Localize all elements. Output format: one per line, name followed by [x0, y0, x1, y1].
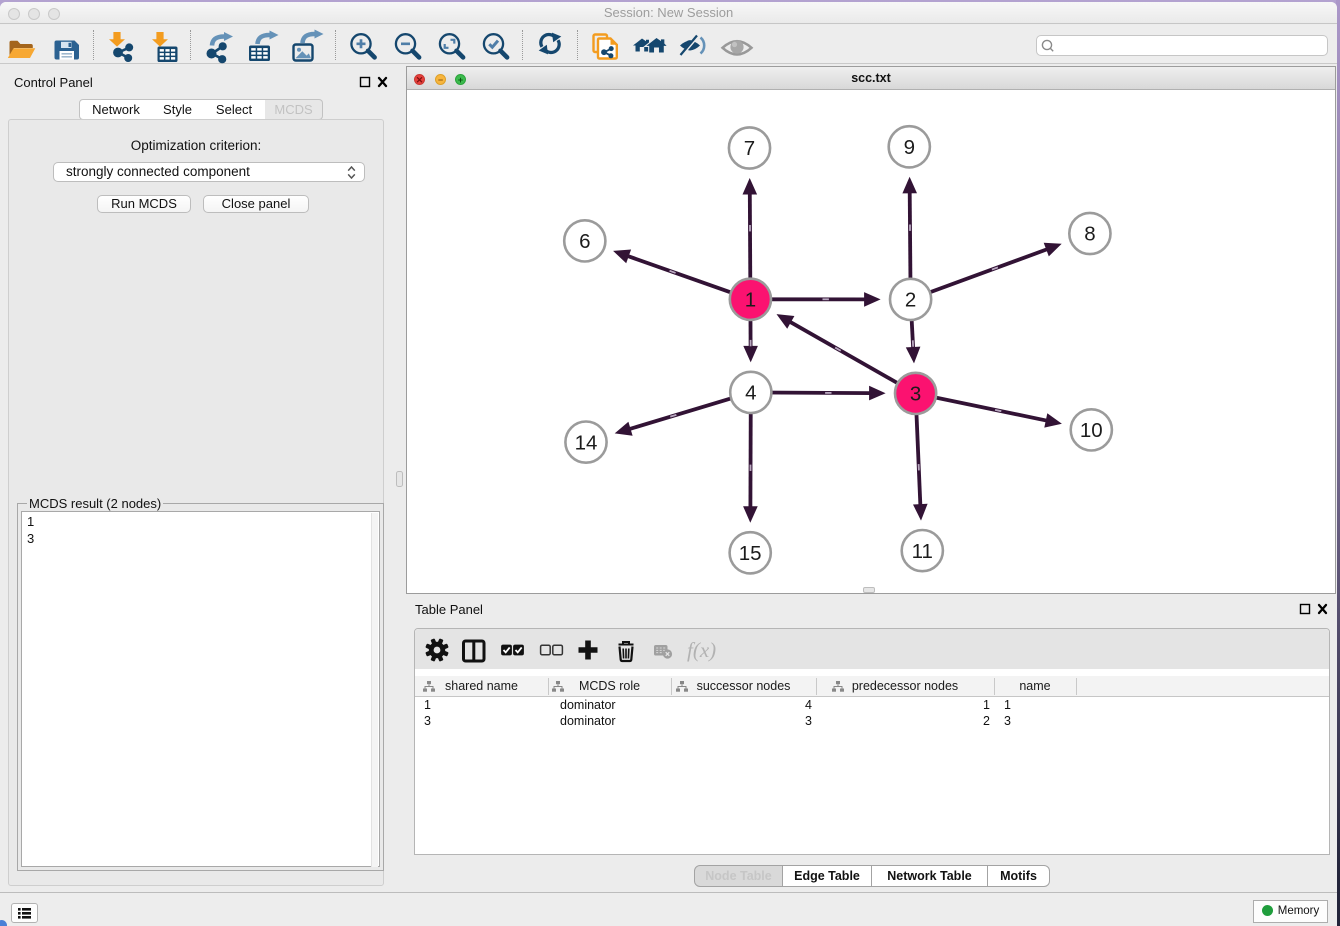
svg-text:7: 7	[744, 137, 755, 160]
svg-text:6: 6	[579, 230, 590, 253]
svg-text:14: 14	[575, 431, 598, 454]
svg-text:15: 15	[739, 542, 762, 565]
svg-text:3: 3	[910, 383, 921, 406]
svg-text:11: 11	[912, 540, 933, 563]
svg-text:10: 10	[1080, 419, 1103, 442]
svg-text:f(x): f(x)	[687, 638, 716, 662]
svg-text:2: 2	[905, 289, 916, 312]
svg-text:4: 4	[745, 382, 756, 405]
svg-text:9: 9	[904, 136, 915, 159]
svg-text:8: 8	[1084, 223, 1095, 246]
svg-text:1: 1	[745, 289, 756, 312]
